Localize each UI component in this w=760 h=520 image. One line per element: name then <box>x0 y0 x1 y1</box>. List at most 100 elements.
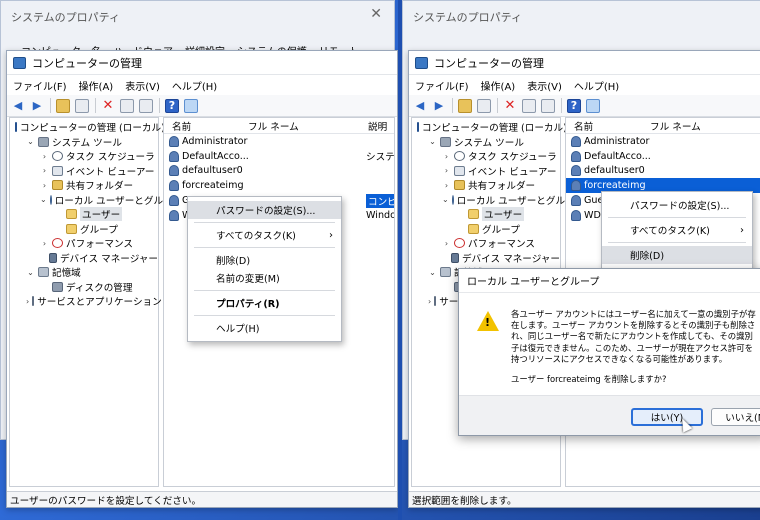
chevron-down-icon[interactable]: ⌄ <box>26 268 35 277</box>
chevron-down-icon[interactable]: ⌄ <box>26 137 35 146</box>
context-menu-item[interactable]: すべてのタスク(K) › <box>188 226 341 244</box>
tree-item[interactable]: ⌄ システム ツール <box>412 135 560 150</box>
tree-item[interactable]: ⌄ ローカル ユーザーとグループ <box>412 193 584 208</box>
system-properties-title: システムのプロパティ <box>413 11 523 24</box>
shared-folder-icon <box>52 180 63 191</box>
tree-item[interactable]: ユーザー <box>10 207 158 222</box>
properties-icon[interactable] <box>522 98 536 113</box>
tree-item[interactable]: ユーザー <box>412 207 560 222</box>
user-name: DefaultAcco... <box>584 150 651 162</box>
chevron-right-icon[interactable]: › <box>40 152 49 161</box>
context-menu-item[interactable]: 名前の変更(M) <box>188 269 341 287</box>
context-menu-item[interactable]: 削除(D) <box>602 246 752 264</box>
menu-view[interactable]: 表示(V) <box>125 78 160 93</box>
chevron-right-icon[interactable]: › <box>428 297 431 306</box>
menu-bar: ファイル(F) 操作(A) 表示(V) ヘルプ(H) <box>7 75 397 95</box>
menu-item-label: 削除(D) <box>630 251 665 262</box>
tree-item[interactable]: › イベント ビューアー <box>412 164 560 179</box>
context-menu-item[interactable]: 削除(D) <box>188 251 341 269</box>
chevron-down-icon[interactable]: ⌄ <box>442 195 449 204</box>
tree-item[interactable]: › パフォーマンス <box>412 236 560 251</box>
close-icon[interactable]: ✕ <box>370 6 382 22</box>
context-menu-item[interactable]: パスワードの設定(S)... <box>602 196 752 214</box>
tree-item[interactable]: › タスク スケジューラ <box>10 149 158 164</box>
back-arrow-icon[interactable]: ◀ <box>11 99 25 113</box>
delete-x-icon[interactable]: ✕ <box>101 99 115 113</box>
tree-item[interactable]: › タスク スケジューラ <box>412 149 560 164</box>
menu-view[interactable]: 表示(V) <box>527 78 562 93</box>
column-description[interactable]: 説明 <box>368 119 387 133</box>
export-list-icon[interactable] <box>541 98 555 113</box>
user-icon <box>571 209 581 221</box>
list-item[interactable]: Administrator <box>566 134 760 149</box>
toolbar: ◀ ▶ ✕ ? <box>409 95 760 117</box>
help-icon[interactable]: ? <box>165 98 179 113</box>
context-menu-item[interactable]: プロパティ(R) <box>188 294 341 312</box>
context-menu-item[interactable]: すべてのタスク(K) › <box>602 221 752 239</box>
list-item[interactable]: defaultuser0 <box>566 164 760 179</box>
up-folder-icon[interactable] <box>458 98 472 113</box>
tree-item[interactable]: › 共有フォルダー <box>10 178 158 193</box>
tree-item[interactable]: グループ <box>412 222 560 237</box>
menu-help[interactable]: ヘルプ(H) <box>172 78 217 93</box>
action-pane-icon[interactable] <box>586 98 600 113</box>
list-item[interactable]: defaultuser0 <box>164 164 394 179</box>
yes-button[interactable]: はい(Y) <box>631 408 703 426</box>
delete-x-icon[interactable]: ✕ <box>503 99 517 113</box>
tree-item[interactable]: › 共有フォルダー <box>412 178 560 193</box>
forward-arrow-icon[interactable]: ▶ <box>30 99 44 113</box>
window-title-bar: コンピューターの管理 <box>409 51 760 75</box>
show-hide-tree-icon[interactable] <box>75 98 89 113</box>
forward-arrow-icon[interactable]: ▶ <box>432 99 446 113</box>
help-icon[interactable]: ? <box>567 98 581 113</box>
chevron-down-icon[interactable]: ⌄ <box>428 137 437 146</box>
properties-icon[interactable] <box>120 98 134 113</box>
tree-item[interactable]: ⌄ ローカル ユーザーとグループ <box>10 193 182 208</box>
column-fullname[interactable]: フル ネーム <box>248 119 299 133</box>
chevron-right-icon[interactable]: › <box>26 297 29 306</box>
list-item[interactable]: DefaultAcco... システムで <box>164 149 394 164</box>
tree-item[interactable]: デバイス マネージャー <box>412 251 560 266</box>
tree-item[interactable]: › サービスとアプリケーション <box>10 294 162 309</box>
menu-file[interactable]: ファイル(F) <box>415 78 469 93</box>
chevron-down-icon[interactable]: ⌄ <box>40 195 47 204</box>
context-menu-item[interactable]: パスワードの設定(S)... <box>188 201 341 219</box>
tree-item[interactable]: コンピューターの管理 (ローカル) <box>10 120 165 135</box>
column-name[interactable]: 名前 <box>574 119 593 133</box>
action-pane-icon[interactable] <box>184 98 198 113</box>
tree-item[interactable]: › パフォーマンス <box>10 236 158 251</box>
chevron-right-icon[interactable]: › <box>40 166 49 175</box>
list-item[interactable]: forcreateimg <box>164 178 394 193</box>
column-name[interactable]: 名前 <box>172 119 191 133</box>
column-fullname[interactable]: フル ネーム <box>650 119 701 133</box>
chevron-right-icon[interactable]: › <box>40 239 49 248</box>
tree-item[interactable]: コンピューターの管理 (ローカル) <box>412 120 567 135</box>
menu-help[interactable]: ヘルプ(H) <box>574 78 619 93</box>
tree-item[interactable]: デバイス マネージャー <box>10 251 158 266</box>
tree-item[interactable]: › イベント ビューアー <box>10 164 158 179</box>
chevron-right-icon[interactable]: › <box>442 181 451 190</box>
chevron-right-icon[interactable]: › <box>442 152 451 161</box>
no-button[interactable]: いいえ(N) <box>711 408 760 426</box>
back-arrow-icon[interactable]: ◀ <box>413 99 427 113</box>
context-menu-item[interactable]: ヘルプ(H) <box>188 319 341 337</box>
chevron-right-icon[interactable]: › <box>442 166 451 175</box>
menu-action[interactable]: 操作(A) <box>79 78 114 93</box>
tree-item[interactable]: グループ <box>10 222 158 237</box>
chevron-down-icon[interactable]: ⌄ <box>428 268 437 277</box>
menu-action[interactable]: 操作(A) <box>481 78 516 93</box>
menu-file[interactable]: ファイル(F) <box>13 78 67 93</box>
tree-item[interactable]: ⌄ 記憶域 <box>10 265 158 280</box>
list-item[interactable]: DefaultAcco... <box>566 149 760 164</box>
export-list-icon[interactable] <box>139 98 153 113</box>
tree-item-label: パフォーマンス <box>66 239 133 251</box>
up-folder-icon[interactable] <box>56 98 70 113</box>
chevron-right-icon[interactable]: › <box>40 181 49 190</box>
event-icon <box>52 165 63 176</box>
list-item[interactable]: Administrator <box>164 134 394 149</box>
tree-item[interactable]: ディスクの管理 <box>10 280 158 295</box>
menu-item-label: 名前の変更(M) <box>216 274 280 285</box>
tree-item[interactable]: ⌄ システム ツール <box>10 135 158 150</box>
show-hide-tree-icon[interactable] <box>477 98 491 113</box>
chevron-right-icon[interactable]: › <box>442 239 451 248</box>
